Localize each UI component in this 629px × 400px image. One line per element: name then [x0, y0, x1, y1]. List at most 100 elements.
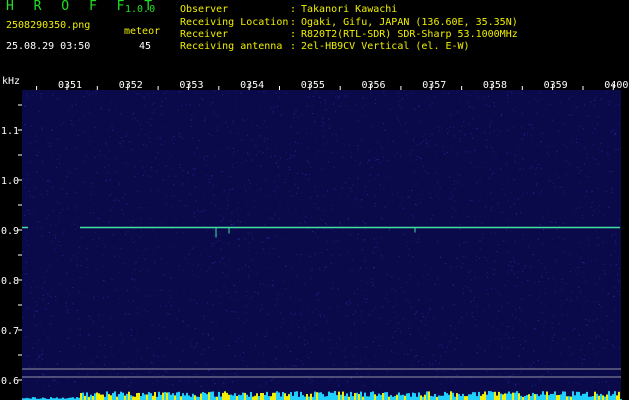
noise-speck — [612, 234, 613, 236]
noise-speck — [387, 240, 389, 242]
noise-speck — [580, 291, 582, 293]
noise-speck — [510, 192, 512, 194]
noise-speck — [41, 354, 43, 355]
noise-speck — [620, 147, 622, 149]
meteor-label: meteor — [124, 26, 161, 37]
noise-speck — [170, 155, 172, 157]
activity-bar — [554, 391, 556, 400]
noise-speck — [415, 312, 417, 314]
noise-speck — [28, 209, 29, 211]
noise-speck — [212, 97, 214, 99]
noise-speck — [144, 134, 146, 135]
noise-speck — [112, 129, 113, 131]
noise-speck — [381, 147, 383, 149]
noise-speck — [22, 153, 24, 155]
noise-speck — [479, 347, 481, 349]
noise-speck — [263, 140, 265, 142]
noise-speck — [238, 318, 240, 319]
noise-speck — [521, 298, 523, 300]
noise-speck — [361, 311, 362, 313]
noise-speck — [25, 261, 27, 263]
noise-speck — [146, 311, 148, 312]
noise-speck — [466, 313, 468, 315]
noise-speck — [583, 359, 585, 360]
noise-speck — [336, 240, 338, 242]
noise-speck — [324, 266, 326, 268]
noise-speck — [614, 241, 616, 243]
noise-speck — [333, 104, 335, 106]
noise-speck — [105, 142, 107, 144]
noise-speck — [340, 102, 342, 104]
noise-speck — [326, 142, 328, 144]
noise-speck — [562, 124, 564, 126]
noise-speck — [78, 318, 80, 320]
noise-speck — [93, 358, 95, 360]
noise-speck — [28, 191, 30, 192]
noise-speck — [54, 357, 56, 359]
noise-speck — [50, 225, 52, 226]
noise-speck — [225, 275, 227, 277]
noise-speck — [154, 375, 155, 376]
noise-speck — [346, 250, 348, 252]
noise-speck — [489, 125, 491, 127]
noise-speck — [157, 356, 159, 358]
noise-speck — [407, 196, 409, 198]
noise-speck — [297, 142, 299, 144]
noise-speck — [598, 301, 600, 303]
noise-speck — [548, 154, 550, 156]
noise-speck — [42, 385, 44, 387]
noise-speck — [32, 190, 34, 191]
noise-speck — [400, 343, 402, 345]
noise-speck — [46, 190, 48, 192]
noise-speck — [48, 385, 50, 387]
noise-speck — [62, 255, 64, 256]
noise-speck — [600, 306, 602, 308]
noise-speck — [461, 316, 463, 318]
noise-speck — [42, 161, 43, 163]
noise-speck — [165, 305, 167, 307]
noise-speck — [123, 162, 125, 164]
noise-speck — [176, 319, 178, 321]
noise-speck — [371, 166, 373, 168]
noise-speck — [432, 316, 434, 318]
noise-speck — [315, 324, 316, 326]
noise-speck — [38, 340, 39, 341]
noise-speck — [299, 199, 301, 201]
noise-speck — [228, 345, 230, 346]
noise-speck — [332, 134, 334, 136]
noise-speck — [327, 249, 328, 250]
noise-speck — [155, 171, 157, 173]
noise-speck — [86, 247, 88, 249]
activity-bar — [408, 393, 410, 400]
noise-speck — [82, 294, 84, 296]
noise-speck — [164, 223, 166, 225]
noise-speck — [22, 383, 24, 385]
activity-bar — [418, 392, 420, 400]
noise-speck — [434, 318, 436, 320]
noise-speck — [166, 204, 167, 206]
noise-speck — [594, 128, 596, 130]
noise-speck — [607, 323, 609, 325]
noise-speck — [137, 190, 139, 192]
noise-speck — [143, 173, 144, 175]
activity-bar — [396, 394, 398, 400]
noise-speck — [357, 120, 359, 122]
activity-bar — [202, 392, 204, 400]
noise-speck — [79, 328, 81, 330]
noise-speck — [78, 373, 80, 375]
noise-speck — [35, 286, 37, 287]
noise-speck — [518, 163, 520, 165]
noise-speck — [530, 266, 532, 268]
noise-speck — [141, 358, 143, 360]
noise-speck — [263, 283, 265, 285]
noise-speck — [457, 111, 459, 113]
noise-speck — [325, 109, 327, 111]
noise-speck — [575, 207, 577, 209]
noise-speck — [420, 170, 422, 172]
noise-speck — [231, 311, 233, 312]
noise-speck — [67, 308, 69, 310]
activity-bar — [304, 396, 306, 400]
noise-speck — [256, 272, 258, 274]
noise-speck — [356, 238, 358, 240]
noise-speck — [193, 299, 195, 301]
